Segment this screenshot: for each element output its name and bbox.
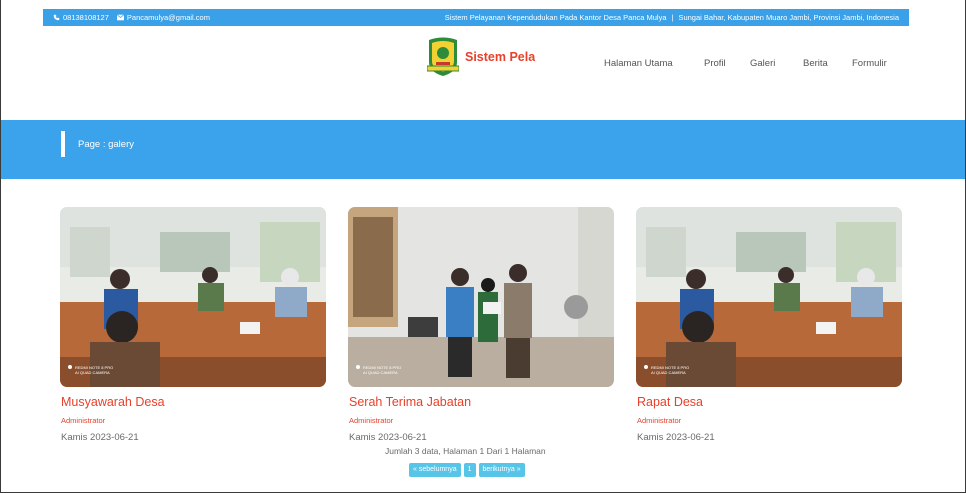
nav-galeri[interactable]: Galeri xyxy=(750,58,775,69)
envelope-icon xyxy=(116,14,124,21)
page-banner: Page : galery xyxy=(1,120,965,179)
gallery-card[interactable]: REDMI NOTE 8 PRO AI QUAD CAMERA Serah Te… xyxy=(348,207,614,443)
gallery-date: Kamis 2023-06-21 xyxy=(637,432,715,443)
phone-number: 08138108127 xyxy=(63,13,109,22)
gallery-author: Administrator xyxy=(61,416,106,425)
nav-halaman-utama[interactable]: Halaman Utama xyxy=(604,58,673,69)
site-brand[interactable]: Sistem Pelayanan xyxy=(465,50,535,64)
banner-accent-bar xyxy=(61,131,65,157)
gallery-title[interactable]: Rapat Desa xyxy=(637,395,703,409)
phone-contact: 08138108127 xyxy=(53,13,109,22)
gallery-title[interactable]: Serah Terima Jabatan xyxy=(349,395,471,409)
watermark-text: AI QUAD CAMERA xyxy=(75,370,110,375)
gallery-card[interactable]: REDMI NOTE 8 PRO AI QUAD CAMERA Rapat De… xyxy=(636,207,902,443)
page-title: Page : galery xyxy=(78,139,134,150)
gallery-photo[interactable]: REDMI NOTE 8 PRO AI QUAD CAMERA xyxy=(60,207,326,387)
page-1-button[interactable]: 1 xyxy=(463,463,476,477)
gallery-card[interactable]: REDMI NOTE 8 PRO AI QUAD CAMERA Musyawar… xyxy=(60,207,326,443)
gallery-author: Administrator xyxy=(637,416,682,425)
tagline: Sistem Pelayanan Kependudukan Pada Kanto… xyxy=(444,13,667,22)
nav-formulir[interactable]: Formulir xyxy=(852,58,887,69)
address: Sungai Bahar, Kabupaten Muaro Jambi, Pro… xyxy=(678,13,899,22)
gallery-date: Kamis 2023-06-21 xyxy=(61,432,139,443)
pagination-summary: Jumlah 3 data, Halaman 1 Dari 1 Halaman xyxy=(385,446,546,456)
watermark-text: AI QUAD CAMERA xyxy=(363,370,398,375)
prev-page-button[interactable]: « sebelumnya xyxy=(409,463,461,477)
nav-berita[interactable]: Berita xyxy=(803,58,828,69)
gallery-author: Administrator xyxy=(349,416,394,425)
phone-icon xyxy=(53,14,60,21)
email-contact[interactable]: Pancamulya@gmail.com xyxy=(116,13,210,22)
regency-logo-icon[interactable] xyxy=(427,36,459,76)
watermark-text: AI QUAD CAMERA xyxy=(651,370,686,375)
gallery-photo[interactable]: REDMI NOTE 8 PRO AI QUAD CAMERA xyxy=(348,207,614,387)
gallery-photo[interactable]: REDMI NOTE 8 PRO AI QUAD CAMERA xyxy=(636,207,902,387)
site-header xyxy=(1,26,965,120)
separator: | xyxy=(671,13,674,22)
email-address: Pancamulya@gmail.com xyxy=(126,13,210,22)
next-page-button[interactable]: berikutnya » xyxy=(478,463,525,477)
pagination: « sebelumnya 1 berikutnya » xyxy=(409,463,525,477)
gallery-date: Kamis 2023-06-21 xyxy=(349,432,427,443)
nav-profil[interactable]: Profil xyxy=(704,58,726,69)
browser-frame: 08138108127 Pancamulya@gmail.com Sistem … xyxy=(0,0,966,493)
top-info-bar: 08138108127 Pancamulya@gmail.com Sistem … xyxy=(43,9,909,26)
gallery-title[interactable]: Musyawarah Desa xyxy=(61,395,165,409)
